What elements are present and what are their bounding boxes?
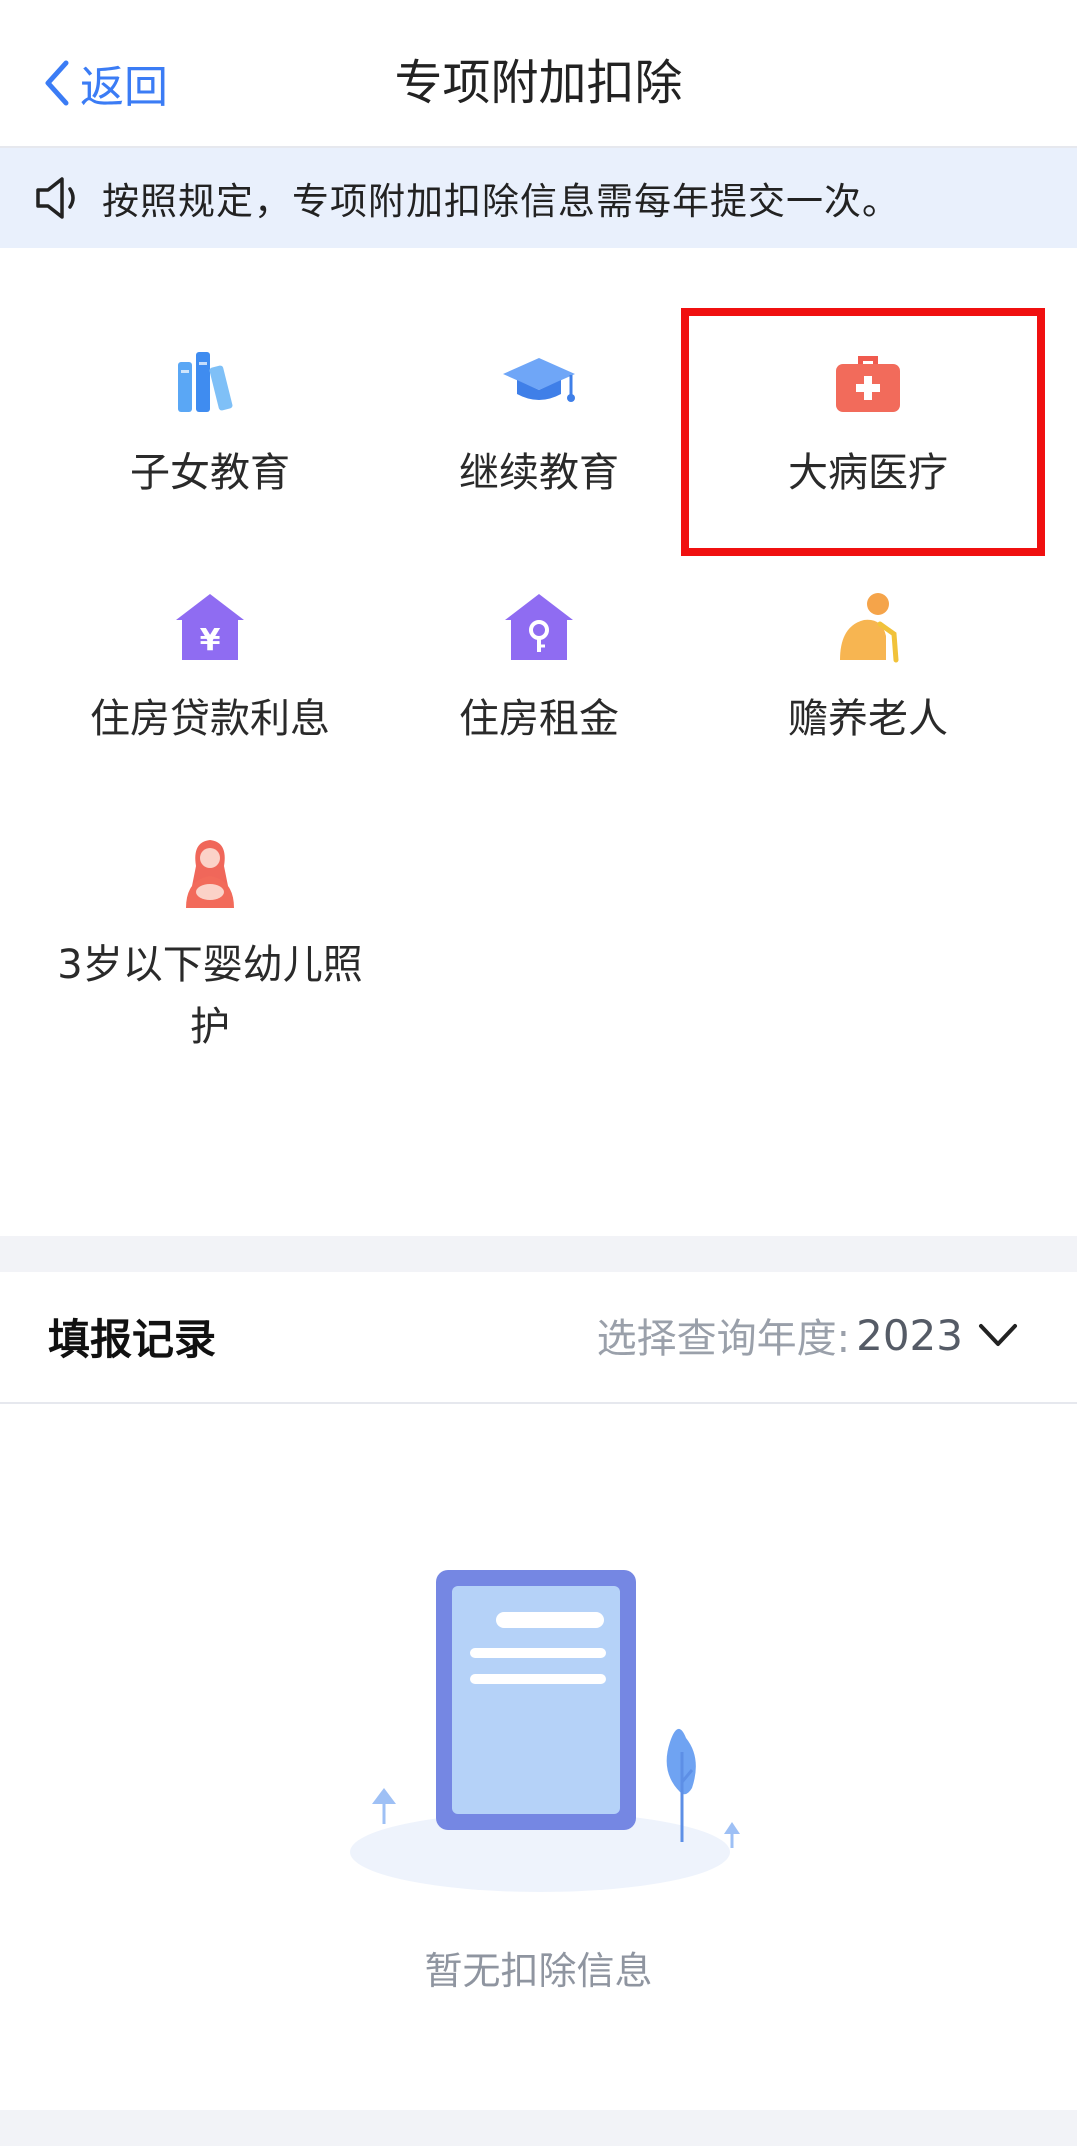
notice-bar: 按照规定，专项附加扣除信息需每年提交一次。 [0,148,1077,248]
chevron-down-icon [979,1324,1017,1346]
elderly-person-icon [840,593,899,663]
graduation-cap-icon [503,358,575,402]
deduction-label: 继续教育 [459,450,619,496]
highlight-box [681,308,1045,556]
records-section: 填报记录 选择查询年度: 2023 暂无扣除信息 [0,1272,1077,2110]
records-header: 填报记录 选择查询年度: 2023 [0,1272,1077,1404]
deduction-label: 住房租金 [459,696,619,742]
year-value: 2023 [856,1310,963,1360]
books-icon [178,352,233,412]
empty-state-text: 暂无扣除信息 [424,1949,653,1993]
deduction-label: 住房贷款利息 [90,696,330,742]
house-key-icon [505,594,573,660]
mother-baby-icon [186,840,234,908]
empty-document-illustration [350,1570,740,1892]
house-yen-icon: ¥ [176,594,244,660]
page: 返回 专项附加扣除 按照规定，专项附加扣除信息需每年提交一次。 子女教育 继续教… [0,0,1077,2146]
deduction-label: 3岁以下婴幼儿照护 [57,942,363,1050]
nav-header: 返回 专项附加扣除 [0,0,1077,148]
deduction-item-housing-rent[interactable]: 住房租金 [374,590,704,750]
svg-text:¥: ¥ [200,623,221,658]
records-title: 填报记录 [48,1315,217,1364]
deduction-item-continuing-education[interactable]: 继续教育 [374,344,704,504]
notice-text: 按照规定，专项附加扣除信息需每年提交一次。 [102,180,900,223]
deduction-item-children-education[interactable]: 子女教育 [45,344,375,504]
deduction-item-infant-care[interactable]: 3岁以下婴幼儿照护 [45,836,375,1058]
year-selector[interactable]: 选择查询年度: 2023 [597,1306,1019,1364]
year-prompt: 选择查询年度: [596,1316,851,1362]
speaker-icon [36,177,75,219]
deduction-item-elderly-support[interactable]: 赡养老人 [703,590,1033,750]
deduction-item-housing-loan-interest[interactable]: ¥ 住房贷款利息 [45,590,375,750]
deduction-label: 赡养老人 [788,696,948,742]
deduction-label: 子女教育 [130,450,290,496]
page-title: 专项附加扣除 [394,55,683,111]
